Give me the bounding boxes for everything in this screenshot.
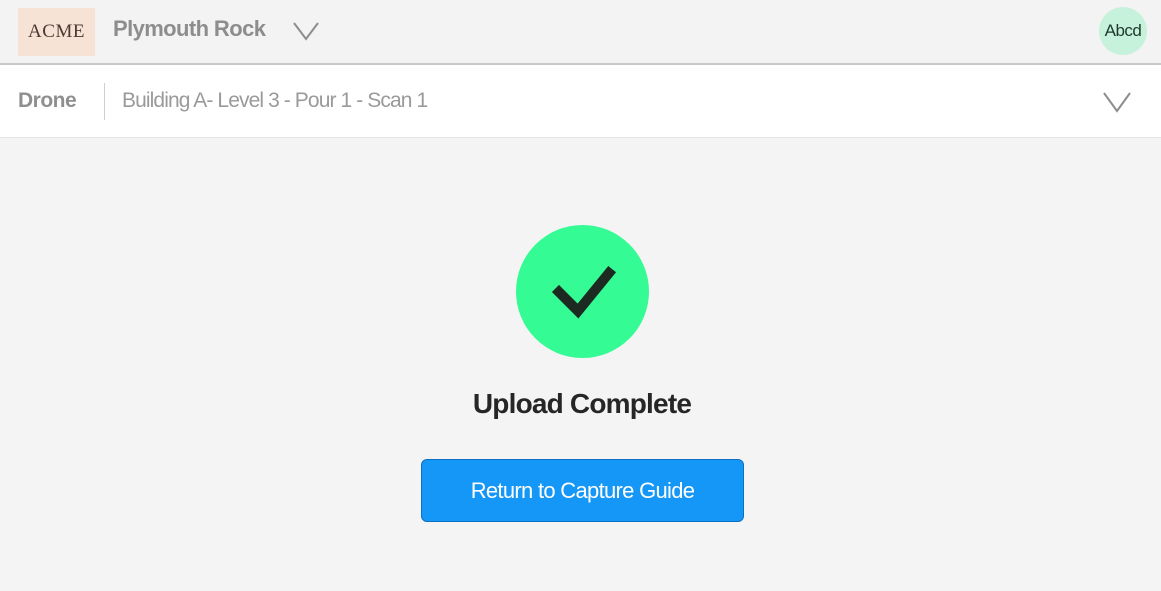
chevron-down-icon[interactable] (292, 21, 320, 41)
chevron-down-icon[interactable] (1102, 91, 1132, 113)
logo-text: ACME (28, 21, 85, 42)
project-name[interactable]: Plymouth Rock (113, 16, 266, 42)
company-logo: ACME (18, 8, 95, 56)
scan-selector-bar: Drone Building A- Level 3 - Pour 1 - Sca… (0, 65, 1161, 138)
top-header: ACME Plymouth Rock Abcd (0, 0, 1161, 65)
return-to-capture-guide-button[interactable]: Return to Capture Guide (421, 459, 744, 522)
upload-status-title: Upload Complete (472, 388, 692, 419)
divider (104, 83, 105, 120)
scan-name[interactable]: Building A- Level 3 - Pour 1 - Scan 1 (122, 89, 428, 113)
checkmark-icon (551, 265, 617, 319)
success-indicator (516, 225, 649, 358)
capture-mode-label: Drone (18, 89, 77, 112)
user-avatar[interactable]: Abcd (1099, 7, 1147, 55)
